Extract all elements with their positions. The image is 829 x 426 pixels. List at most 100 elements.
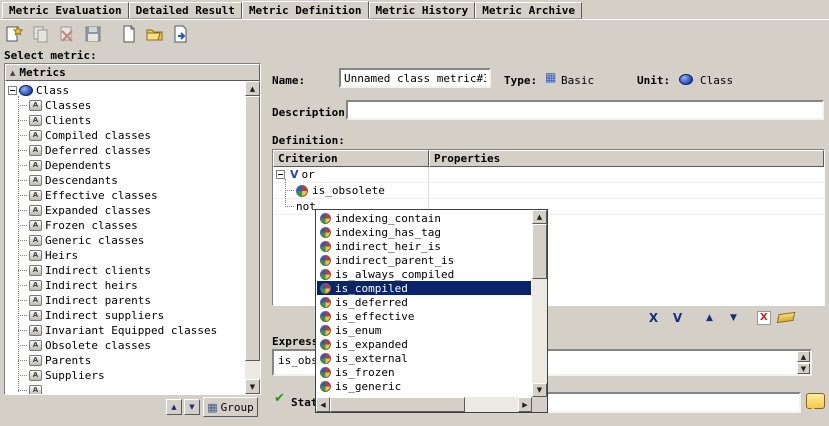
collapse-icon[interactable] [276, 170, 285, 179]
import-metric-button[interactable] [117, 22, 141, 46]
delete-criterion-button[interactable] [757, 311, 771, 325]
tree-item[interactable]: Parents [5, 353, 245, 368]
tree-item[interactable]: Dependents [5, 158, 245, 173]
tree-item[interactable]: Indirect suppliers [5, 308, 245, 323]
tree-item[interactable]: Frozen classes [5, 218, 245, 233]
scrollbar-thumb[interactable] [532, 224, 547, 279]
scrollbar-thumb[interactable] [245, 96, 260, 361]
group-toggle-button[interactable]: Group [203, 397, 258, 417]
criterion-icon [320, 255, 331, 266]
move-down-button[interactable]: ▼ [725, 309, 742, 326]
tree-item[interactable]: Classes [5, 98, 245, 113]
criterion-row-is-obsolete[interactable]: is_obsolete [273, 183, 824, 199]
scrollbar-thumb[interactable] [330, 397, 465, 412]
tree-item[interactable]: Suppliers [5, 368, 245, 383]
name-input[interactable] [339, 68, 491, 88]
save-metric-button[interactable] [81, 22, 105, 46]
or-operator-button[interactable]: V [669, 309, 686, 326]
tree-item[interactable]: Deferred classes [5, 143, 245, 158]
open-metric-button[interactable] [143, 22, 167, 46]
tree-item-label: Deferred classes [45, 144, 151, 157]
tree-column-header[interactable]: ▲ Metrics [5, 64, 260, 81]
criterion-option[interactable]: is_deferred [317, 295, 531, 309]
scroll-down-icon[interactable] [797, 363, 810, 374]
criterion-option[interactable]: indirect_parent_is [317, 253, 531, 267]
tree-item[interactable]: Heirs [5, 248, 245, 263]
criterion-option[interactable]: is_expanded [317, 337, 531, 351]
scroll-down-icon[interactable] [245, 379, 260, 394]
tree-item[interactable]: Expanded classes [5, 203, 245, 218]
criterion-option[interactable]: is_effective [317, 309, 531, 323]
move-metric-up-button[interactable]: ▲ [166, 399, 182, 415]
tab[interactable]: Metric Archive [475, 2, 582, 19]
move-up-button[interactable]: ▲ [701, 309, 718, 326]
new-metric-button[interactable] [3, 22, 27, 46]
tree-connector-line [285, 179, 286, 207]
tab[interactable]: Metric Evaluation [2, 2, 129, 19]
scroll-up-icon[interactable] [797, 351, 810, 362]
eraser-button[interactable] [777, 312, 796, 323]
criterion-option[interactable]: is_always_compiled [317, 267, 531, 281]
scroll-up-icon[interactable] [532, 210, 547, 224]
tree-item[interactable]: Obsolete classes [5, 338, 245, 353]
tree-item[interactable]: Compiled classes [5, 128, 245, 143]
metric-icon [29, 250, 42, 261]
criterion-option[interactable]: is_compiled [317, 281, 531, 295]
delete-metric-button[interactable] [55, 22, 79, 46]
criterion-option[interactable]: is_external [317, 351, 531, 365]
scroll-right-icon[interactable] [518, 397, 532, 412]
tab[interactable]: Detailed Result [129, 2, 242, 19]
criterion-option[interactable]: is_generic [317, 379, 531, 393]
tree-item[interactable]: Effective classes [5, 188, 245, 203]
tree-item[interactable]: Indirect clients [5, 263, 245, 278]
tree-scrollbar[interactable] [245, 81, 260, 394]
dropdown-vertical-scrollbar[interactable] [532, 210, 547, 397]
tab[interactable]: Metric Definition [242, 1, 369, 19]
dropdown-horizontal-scrollbar[interactable] [316, 397, 532, 412]
tree-branch-icon [18, 165, 27, 166]
sort-ascending-icon: ▲ [10, 69, 15, 77]
properties-column-header[interactable]: Properties [429, 150, 824, 167]
scroll-left-icon[interactable] [316, 397, 330, 412]
tree-item[interactable]: Generic classes [5, 233, 245, 248]
export-metric-button[interactable] [169, 22, 193, 46]
tree-item-class-root[interactable]: Class [5, 83, 245, 98]
unit-label: Unit: [637, 74, 670, 87]
open-metric-icon [145, 24, 165, 44]
metric-icon [29, 160, 42, 171]
criterion-option[interactable]: indirect_heir_is [317, 239, 531, 253]
tree-item-label: Dependents [45, 159, 111, 172]
tree-item[interactable]: Indirect heirs [5, 278, 245, 293]
metric-icon [29, 370, 42, 381]
metric-icon [29, 340, 42, 351]
and-operator-button[interactable]: X [645, 309, 662, 326]
tree-item[interactable]: Invariant Equipped classes [5, 323, 245, 338]
tree-item[interactable]: Descendants [5, 173, 245, 188]
criterion-option[interactable]: is_enum [317, 323, 531, 337]
criterion-option[interactable]: is_frozen [317, 365, 531, 379]
tab[interactable]: Metric History [369, 2, 476, 19]
copy-metric-button[interactable] [29, 22, 53, 46]
criterion-icon [296, 185, 308, 197]
metric-icon [29, 190, 42, 201]
description-input[interactable] [346, 100, 824, 120]
criterion-option[interactable]: indexing_has_tag [317, 225, 531, 239]
scroll-down-icon[interactable] [532, 383, 547, 397]
expression-scrollbar[interactable] [797, 351, 810, 374]
tree-item-label: Compiled classes [45, 129, 151, 142]
criterion-row-or[interactable]: V or [273, 167, 824, 183]
scroll-up-icon[interactable] [245, 81, 260, 96]
name-label: Name: [272, 74, 305, 87]
scrollbar-corner [532, 397, 547, 412]
comment-icon[interactable] [806, 393, 825, 409]
tree-item-label: Parents [45, 354, 91, 367]
collapse-icon[interactable] [8, 86, 17, 95]
tree-item[interactable] [5, 383, 245, 394]
tree-header-label: Metrics [19, 66, 65, 79]
criterion-option[interactable]: indexing_contain [317, 211, 531, 225]
criterion-column-header[interactable]: Criterion [273, 150, 429, 167]
tree-item[interactable]: Indirect parents [5, 293, 245, 308]
tree-item[interactable]: Clients [5, 113, 245, 128]
move-metric-down-button[interactable]: ▼ [184, 399, 200, 415]
tree-branch-icon [285, 190, 294, 191]
